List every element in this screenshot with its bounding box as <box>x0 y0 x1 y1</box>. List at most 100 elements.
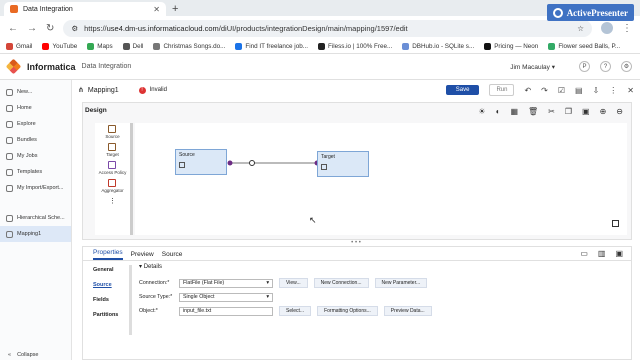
bookmark-item[interactable]: Flower seed Balls, P... <box>548 43 620 50</box>
zoom-in-icon[interactable]: ⊕ <box>600 107 607 116</box>
save-button[interactable]: Save <box>445 85 480 95</box>
undo-icon[interactable]: ↶ <box>524 86 531 95</box>
forward-icon[interactable]: → <box>27 23 37 34</box>
sidebar-item[interactable]: Explore <box>0 116 71 132</box>
app-header: Informatica Data Integration Jim Macaula… <box>0 54 640 80</box>
bookmark-item[interactable]: YouTube <box>42 43 77 50</box>
details-title: Details <box>143 264 163 270</box>
sections-scrollbar[interactable] <box>129 265 132 335</box>
run-button[interactable]: Run <box>489 84 515 96</box>
properties-tab[interactable]: Source <box>162 251 183 260</box>
redo-icon[interactable]: ↷ <box>541 86 548 95</box>
brand-name: Informatica <box>27 61 76 72</box>
palette-item[interactable]: Target <box>106 143 119 157</box>
details-header[interactable]: ▾ Details <box>139 263 623 270</box>
field-input[interactable]: input_file.txt <box>179 306 273 316</box>
new-tab-icon[interactable]: + <box>172 2 178 16</box>
properties-section-link[interactable]: General <box>93 267 125 273</box>
target-node-icon <box>321 164 327 170</box>
sidebar-item[interactable]: New... <box>0 84 71 100</box>
close-icon[interactable]: ✕ <box>627 86 634 95</box>
bookmark-star-icon[interactable]: ☆ <box>577 24 584 33</box>
sidebar-item[interactable]: My Import/Export... <box>0 180 71 196</box>
sidebar-item-label: My Import/Export... <box>17 185 64 191</box>
lightbulb-icon[interactable]: ☀ <box>478 107 485 116</box>
bookmarks-bar: Gmail YouTube Maps Dell Christmas Songs.do..… <box>0 40 640 54</box>
download-icon[interactable]: ⇩ <box>593 86 600 95</box>
bookmark-item[interactable]: Filess.io | 100% Free... <box>317 43 393 50</box>
bookmark-favicon-icon <box>235 43 243 50</box>
toggle-icon[interactable]: ◐ <box>496 107 501 116</box>
field-action-button[interactable]: Select... <box>279 306 312 316</box>
product-name[interactable]: Data Integration <box>82 63 132 70</box>
palette-item[interactable]: Source <box>105 125 120 139</box>
close-tab-icon[interactable]: ✕ <box>153 5 160 14</box>
bookmark-item[interactable]: DBHub.io - SQLite s... <box>402 43 474 50</box>
properties-tab[interactable]: Properties <box>93 249 123 260</box>
zoom-out-icon[interactable]: ⊖ <box>616 107 623 116</box>
delete-icon[interactable]: 🗑 <box>528 107 538 116</box>
sidebar-item[interactable]: Mapping1 <box>0 226 71 242</box>
user-menu[interactable]: Jim Macaulay ▾ <box>510 63 555 71</box>
sidebar-item[interactable]: Templates <box>0 164 71 180</box>
sidebar-item[interactable]: Bundles <box>0 132 71 148</box>
panel-minimize-icon[interactable]: ▭ <box>580 249 588 258</box>
field-select[interactable]: Single Object ▾ <box>179 292 273 302</box>
browser-menu-icon[interactable]: ⋮ <box>622 23 632 34</box>
bookmark-item[interactable]: Maps <box>87 43 113 50</box>
sidebar-item[interactable]: Hierarchical Sche... <box>0 210 71 226</box>
more-icon[interactable]: ⋮ <box>609 86 617 95</box>
target-node[interactable]: Target <box>317 151 369 177</box>
field-action-button[interactable]: View... <box>279 278 308 288</box>
activepresenter-label: ActivePresenter <box>566 7 628 18</box>
properties-section-link[interactable]: Fields <box>93 297 125 303</box>
fit-view-icon[interactable] <box>612 220 619 227</box>
panel-split-icon[interactable]: ▥ <box>598 249 606 258</box>
bookmark-favicon-icon <box>402 43 410 50</box>
field-action-button[interactable]: New Connection... <box>313 278 369 288</box>
parameters-icon[interactable]: ▤ <box>575 86 583 95</box>
panel-maximize-icon[interactable]: ▣ <box>615 249 623 258</box>
bookmark-item[interactable]: Christmas Songs.do... <box>153 43 225 50</box>
link-handle[interactable] <box>249 160 255 166</box>
field-action-button[interactable]: New Parameter... <box>374 278 428 288</box>
output-port[interactable] <box>227 160 233 166</box>
reload-icon[interactable]: ↻ <box>46 23 54 34</box>
profile-avatar[interactable] <box>601 22 613 34</box>
bookmark-item[interactable]: Dell <box>122 43 143 50</box>
url-bar[interactable]: ⚙ https://use4.dm-us.informaticacloud.co… <box>63 19 592 37</box>
collapse-button[interactable]: « Collapse <box>8 352 38 358</box>
cut-icon[interactable]: ✂ <box>548 107 555 116</box>
field-action-button[interactable]: Formatting Options... <box>317 306 378 316</box>
palette-item-icon <box>108 125 117 133</box>
validate-icon[interactable]: ☑ <box>558 86 565 95</box>
palette-item[interactable]: Access Policy <box>99 161 126 175</box>
browser-tabstrip: Data Integration ✕ + ActivePresenter <box>0 0 640 21</box>
bookmark-item[interactable]: Pricing — Neon <box>484 43 538 50</box>
grid-icon[interactable]: ▦ <box>510 107 518 116</box>
copy-icon[interactable]: ❐ <box>565 107 572 116</box>
browser-tab[interactable]: Data Integration ✕ <box>4 2 166 16</box>
paste-icon[interactable]: ▣ <box>582 107 590 116</box>
bookmark-item[interactable]: Gmail <box>6 43 32 50</box>
bookmark-item[interactable]: Find IT freelance job... <box>235 43 308 50</box>
palette-more-icon[interactable]: ⋮ <box>109 197 116 205</box>
sidebar-item[interactable]: My Jobs <box>0 148 71 164</box>
field-action-button[interactable]: Preview Data... <box>383 306 432 316</box>
field-select[interactable]: FlatFile (Flat File) ▾ <box>179 278 273 288</box>
design-toolbar: ☀ ◐ ▦ 🗑 ✂ ❐ ▣ ⊕ ⊖ <box>478 107 623 116</box>
properties-section-link[interactable]: Source <box>93 282 125 288</box>
sidebar-item[interactable]: Home <box>0 100 71 116</box>
mouse-cursor-icon: ↖ <box>309 215 317 225</box>
properties-tab[interactable]: Preview <box>131 251 154 260</box>
notifications-icon[interactable]: P <box>579 61 590 72</box>
palette-item[interactable]: Aggregator <box>101 179 124 193</box>
settings-icon[interactable]: ⚙ <box>621 61 632 72</box>
back-icon[interactable]: ← <box>8 23 18 34</box>
sidebar-item-label: Mapping1 <box>17 231 42 237</box>
help-icon[interactable]: ? <box>600 61 611 72</box>
bookmark-label: Filess.io | 100% Free... <box>327 43 393 50</box>
mapping-canvas[interactable]: Source Target ↖ <box>135 123 627 235</box>
site-info-icon[interactable]: ⚙ <box>71 24 78 33</box>
properties-section-link[interactable]: Partitions <box>93 312 125 318</box>
